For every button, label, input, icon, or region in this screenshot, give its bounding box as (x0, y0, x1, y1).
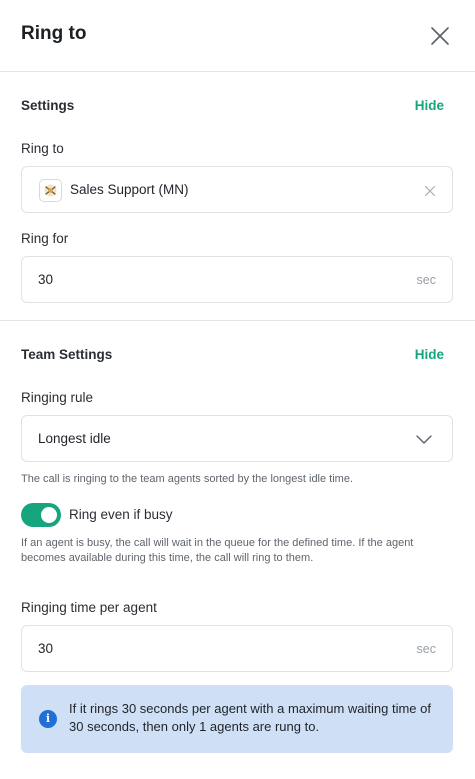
dialog-title: Ring to (21, 23, 87, 44)
ring-to-value: Sales Support (MN) (70, 182, 189, 197)
team-settings-section-title: Team Settings (21, 347, 113, 362)
ring-for-input[interactable]: 30 sec (21, 256, 453, 303)
ring-to-label: Ring to (21, 141, 64, 156)
info-icon: i (39, 710, 57, 728)
ring-to-field[interactable]: Sales Support (MN) (21, 166, 453, 213)
ring-even-if-busy-label: Ring even if busy (69, 507, 173, 522)
dialog-header: Ring to (0, 0, 475, 72)
close-button[interactable] (428, 24, 452, 48)
ringing-time-input[interactable]: 30 sec (21, 625, 453, 672)
ring-for-unit: sec (416, 273, 436, 287)
ringing-rule-value: Longest idle (38, 431, 111, 446)
ring-even-if-busy-toggle[interactable] (21, 503, 61, 527)
team-icon (39, 179, 62, 202)
info-text: If it rings 30 seconds per agent with a … (69, 701, 431, 734)
settings-hide-link[interactable]: Hide (415, 98, 444, 113)
chevron-down-icon (416, 432, 432, 446)
ringing-time-unit: sec (416, 642, 436, 656)
ringing-time-value: 30 (38, 641, 54, 656)
ringing-time-label: Ringing time per agent (21, 600, 157, 615)
ringing-rule-help: The call is ringing to the team agents s… (21, 473, 354, 485)
close-icon (431, 27, 449, 45)
ringing-rule-label: Ringing rule (21, 390, 94, 405)
ring-even-if-busy-help: If an agent is busy, the call will wait … (21, 537, 414, 564)
ring-for-label: Ring for (21, 231, 69, 246)
ring-for-value: 30 (38, 272, 54, 287)
settings-section-title: Settings (21, 98, 75, 113)
info-box: i If it rings 30 seconds per agent with … (21, 685, 453, 753)
section-divider (0, 320, 475, 321)
team-settings-hide-link[interactable]: Hide (415, 347, 444, 362)
ringing-rule-select[interactable]: Longest idle (21, 415, 453, 462)
toggle-knob (41, 507, 57, 523)
clear-icon[interactable] (424, 184, 436, 197)
